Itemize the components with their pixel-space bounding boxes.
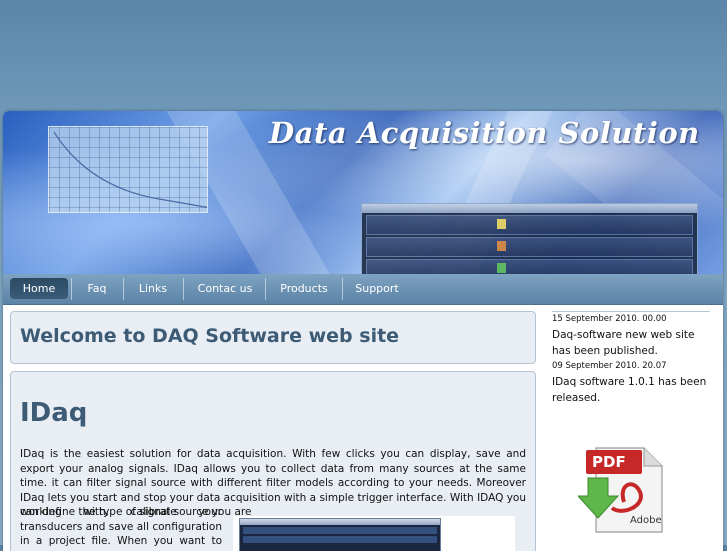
news-item[interactable]: IDaq software 1.0.1 has been released. — [552, 375, 710, 406]
pdf-download-icon[interactable]: PDF Adobe — [576, 444, 676, 534]
welcome-heading: Welcome to DAQ Software web site — [20, 325, 400, 347]
software-screenshot[interactable] — [233, 516, 515, 551]
page-frame: Data Acquisition Solution Home Faq Links… — [3, 111, 723, 551]
news-date: 09 September 2010. 20.07 — [552, 361, 667, 371]
graph-grid-decoration — [48, 126, 212, 213]
nav-faq[interactable]: Faq — [73, 278, 121, 299]
adobe-label: Adobe — [630, 515, 662, 526]
welcome-panel: Welcome to DAQ Software web site — [10, 311, 536, 364]
curve-icon — [53, 131, 212, 209]
nav-products[interactable]: Products — [267, 278, 341, 299]
pdf-label: PDF — [592, 453, 626, 471]
main-navigation: Home Faq Links Contac us Products Suppor… — [3, 274, 723, 305]
nav-contact[interactable]: Contac us — [185, 278, 265, 299]
nav-links[interactable]: Links — [125, 278, 181, 299]
nav-home[interactable]: Home — [10, 278, 68, 299]
news-item[interactable]: Daq-software new web site has been publi… — [552, 328, 710, 359]
product-heading: IDaq — [20, 398, 88, 428]
nav-support[interactable]: Support — [344, 278, 410, 299]
content-panel: IDaq IDaq is the easiest solution for da… — [10, 371, 536, 551]
header-banner: Data Acquisition Solution — [3, 111, 723, 274]
news-date: 15 September 2010. 00.00 — [552, 311, 710, 328]
news-sidebar: 15 September 2010. 00.00 Daq-software ne… — [552, 311, 710, 406]
app-preview-window — [361, 203, 698, 274]
product-description-continued: working with, calibrate your transducers… — [20, 506, 222, 551]
site-title: Data Acquisition Solution — [269, 116, 700, 150]
